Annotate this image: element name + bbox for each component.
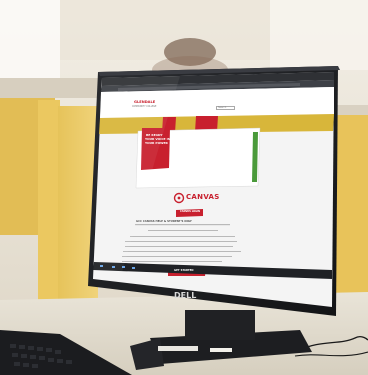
promo-line-3: YOUR POWER [145, 141, 168, 145]
page-heading: GCC CANVAS HELP & STUDENT'S ONLY [136, 220, 192, 223]
canvas-login-button[interactable]: CANVAS LOGIN [180, 210, 200, 213]
monitor-brand-logo: DELL [174, 291, 197, 300]
screen-text-layer: GLENDALE COMMUNITY COLLEGE Search BE REA… [0, 0, 368, 375]
get-started-button[interactable]: GET STARTED [174, 269, 194, 273]
canvas-wordmark[interactable]: CANVAS [186, 194, 220, 201]
search-input[interactable]: Search [216, 106, 236, 111]
site-logo-subtitle: COMMUNITY COLLEGE [132, 105, 157, 108]
